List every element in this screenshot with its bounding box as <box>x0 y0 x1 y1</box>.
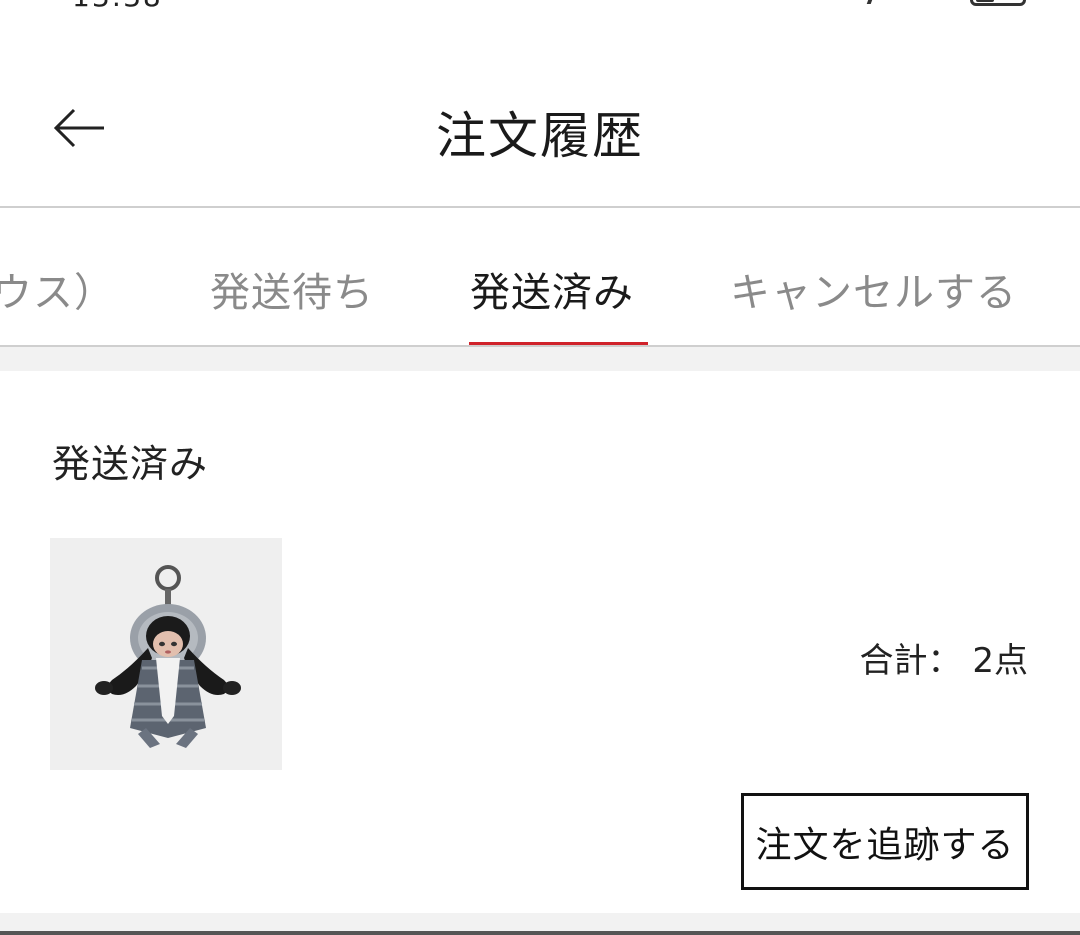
order-status-label: 発送済み <box>52 442 209 486</box>
order-status-tabs: ウス） 発送待ち 発送済み キャンセルする <box>0 208 1080 346</box>
signal-icon <box>856 0 878 4</box>
order-total: 合計： 2点 <box>859 641 1028 681</box>
section-gap <box>0 347 1080 371</box>
tab-cancel[interactable]: キャンセルする <box>730 260 1017 318</box>
tab-awaiting-shipment[interactable]: 発送待ち <box>210 260 374 318</box>
product-thumbnail[interactable] <box>50 538 282 770</box>
battery-icon <box>970 0 1026 6</box>
page-title: 注文履歴 <box>436 107 644 165</box>
order-card: 発送済み 合計： 2点 注文を追跡する <box>0 371 1080 913</box>
keychain-doll-image <box>95 565 241 748</box>
status-bar: 13:38 <box>0 0 1080 14</box>
order-history-page: 13:38 注文履歴 ウス） 発送待ち 発送済み キャンセルする 発送済み <box>0 0 1080 935</box>
tab-all-cropped[interactable]: ウス） <box>0 260 115 318</box>
bottom-edge <box>0 931 1080 935</box>
status-time: 13:38 <box>72 0 163 13</box>
tab-shipped[interactable]: 発送済み <box>470 260 634 318</box>
track-order-button[interactable]: 注文を追跡する <box>741 793 1029 890</box>
header: 注文履歴 <box>0 60 1080 206</box>
